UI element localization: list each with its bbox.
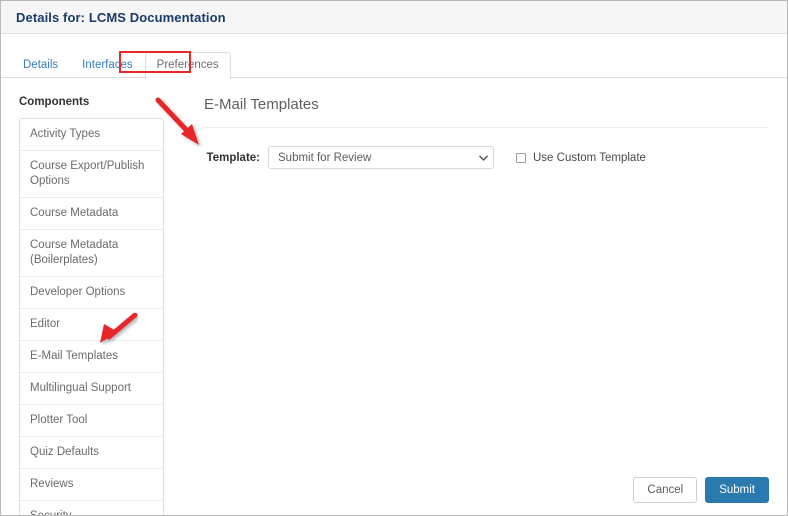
submit-button[interactable]: Submit [705, 477, 769, 503]
use-custom-template-group: Use Custom Template [516, 152, 646, 164]
content-area: Components Activity Types Course Export/… [1, 78, 787, 515]
tab-interfaces[interactable]: Interfaces [70, 52, 145, 78]
tab-preferences[interactable]: Preferences [144, 52, 231, 79]
template-label: Template: [206, 151, 260, 164]
cancel-button[interactable]: Cancel [633, 477, 698, 503]
sidebar-item-reviews[interactable]: Reviews [20, 469, 163, 501]
components-sidebar: Components Activity Types Course Export/… [19, 96, 164, 515]
sidebar-item-security[interactable]: Security [20, 501, 163, 515]
window-header: Details for: LCMS Documentation [1, 1, 787, 34]
sidebar-item-course-export-publish-options[interactable]: Course Export/Publish Options [20, 151, 163, 198]
component-list: Activity Types Course Export/Publish Opt… [19, 118, 164, 515]
window-title: Details for: LCMS Documentation [16, 9, 226, 25]
sidebar-item-plotter-tool[interactable]: Plotter Tool [20, 405, 163, 437]
tab-strip: Details Interfaces Preferences [1, 50, 787, 79]
use-custom-template-checkbox[interactable] [516, 152, 526, 163]
sidebar-item-multilingual-support[interactable]: Multilingual Support [20, 373, 163, 405]
details-dialog: Details for: LCMS Documentation Details … [0, 0, 788, 516]
main-panel: E-Mail Templates Template: Submit for Re… [164, 96, 787, 515]
panel-divider [204, 127, 769, 128]
template-select[interactable]: Submit for Review [268, 146, 494, 169]
use-custom-template-label[interactable]: Use Custom Template [533, 152, 646, 164]
page-title: E-Mail Templates [204, 96, 319, 113]
tab-details[interactable]: Details [11, 52, 70, 78]
template-select-wrapper: Submit for Review [268, 146, 494, 169]
sidebar-item-email-templates[interactable]: E-Mail Templates [20, 341, 163, 373]
sidebar-item-quiz-defaults[interactable]: Quiz Defaults [20, 437, 163, 469]
sidebar-title: Components [19, 96, 90, 108]
sidebar-item-developer-options[interactable]: Developer Options [20, 277, 163, 309]
template-form-row: Template: Submit for Review Use Custom T… [204, 146, 769, 169]
sidebar-item-course-metadata-boilerplates[interactable]: Course Metadata (Boilerplates) [20, 230, 163, 277]
sidebar-item-editor[interactable]: Editor [20, 309, 163, 341]
dialog-footer: Cancel Submit [633, 477, 769, 503]
sidebar-item-course-metadata[interactable]: Course Metadata [20, 198, 163, 230]
sidebar-item-activity-types[interactable]: Activity Types [20, 119, 163, 151]
